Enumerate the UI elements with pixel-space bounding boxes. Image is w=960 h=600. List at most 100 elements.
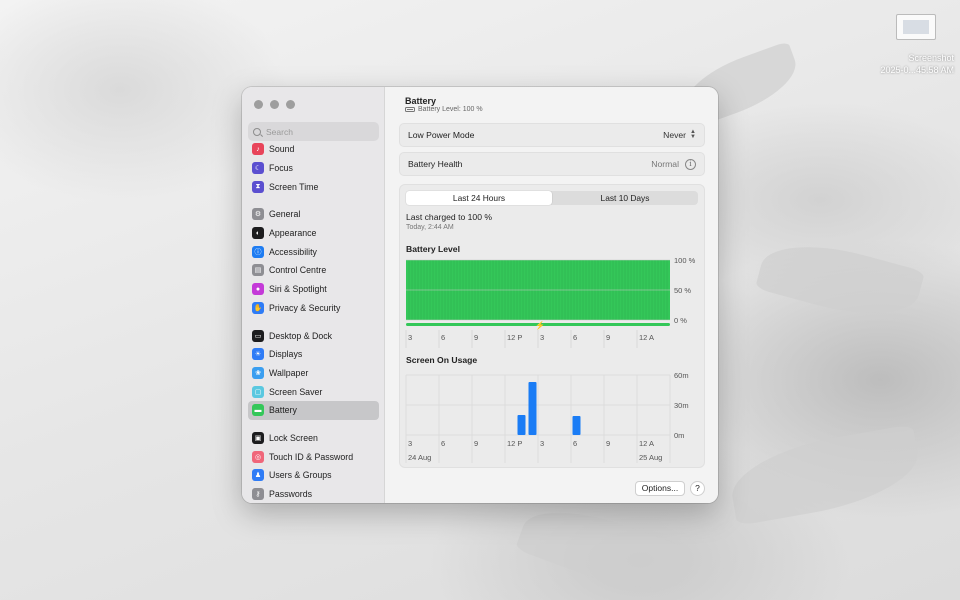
- battery-x-tick-label: 6: [573, 333, 577, 342]
- battery-y-tick-label: 100 %: [674, 256, 696, 265]
- users-icon: ♟: [252, 469, 264, 482]
- sidebar-item-label: Lock Screen: [269, 432, 318, 443]
- battery-health-value: Normal: [651, 159, 679, 169]
- window-controls: [254, 100, 295, 109]
- speaker-icon: ♪: [252, 143, 264, 156]
- sidebar-item-control-centre[interactable]: ▤ Control Centre: [248, 261, 379, 280]
- search-icon: [253, 127, 261, 136]
- last-charged-time: Today, 2:44 AM: [406, 224, 454, 231]
- sun-icon: ☀: [252, 348, 264, 361]
- sidebar-item-privacy-security[interactable]: ✋ Privacy & Security: [248, 299, 379, 318]
- control-centre-icon: ▤: [252, 264, 264, 277]
- lock-icon: ▣: [252, 431, 264, 444]
- sidebar-item-label: Screen Saver: [269, 386, 323, 397]
- close-button[interactable]: [254, 100, 263, 109]
- last-charged-text: Last charged to 100 %: [406, 212, 492, 222]
- usage-x-tick-label: 6: [441, 439, 445, 448]
- battery-x-tick-label: 12 A: [639, 333, 654, 342]
- gear-icon: ⚙: [252, 208, 264, 221]
- usage-x-tick-label: 3: [408, 439, 412, 448]
- battery-y-tick-label: 0 %: [674, 316, 687, 325]
- chevron-updown-icon: ▲ ▼: [690, 129, 696, 140]
- dock-icon: ▭: [252, 329, 264, 342]
- low-power-mode-label: Low Power Mode: [408, 130, 475, 140]
- usage-bar: [572, 416, 581, 435]
- tab-last-24-hours[interactable]: Last 24 Hours: [406, 191, 552, 205]
- sidebar-item-desktop-dock[interactable]: ▭ Desktop & Dock: [248, 326, 379, 345]
- tab-last-10-days[interactable]: Last 10 Days: [552, 191, 698, 205]
- battery-icon: ▬: [252, 404, 264, 417]
- sidebar-item-label: Control Centre: [269, 265, 327, 276]
- lightning-icon: ⚡: [535, 320, 545, 330]
- sidebar-item-general[interactable]: ⚙ General: [248, 205, 379, 224]
- sidebar-item-focus[interactable]: ☾ Focus: [248, 159, 379, 178]
- low-power-mode-popup[interactable]: Never ▲ ▼: [663, 129, 696, 140]
- low-power-mode-row: Low Power Mode Never ▲ ▼: [399, 123, 705, 147]
- sidebar-item-label: General: [269, 209, 301, 220]
- search-input[interactable]: Search: [248, 122, 379, 141]
- sidebar-item-touch-id-password[interactable]: ◎ Touch ID & Password: [248, 447, 379, 466]
- sidebar-item-wallpaper[interactable]: ❀ Wallpaper: [248, 364, 379, 383]
- battery-x-tick-label: 6: [441, 333, 445, 342]
- usage-x-tick-label: 6: [573, 439, 577, 448]
- sidebar-item-label: Appearance: [269, 228, 317, 239]
- screen-saver-icon: ▢: [252, 385, 264, 398]
- battery-x-tick-label: 9: [474, 333, 478, 342]
- usage-date-left: 24 Aug: [408, 453, 431, 462]
- battery-x-tick-label: 9: [606, 333, 610, 342]
- usage-date-right: 25 Aug: [639, 453, 662, 462]
- battery-level-text: Battery Level: 100 %: [418, 106, 483, 113]
- time-range-segmented-control: Last 24 Hours Last 10 Days: [406, 191, 698, 205]
- wallpaper-icon: ❀: [252, 366, 264, 379]
- fingerprint-icon: ◎: [252, 450, 264, 463]
- usage-bar: [517, 415, 526, 435]
- sidebar-item-label: Battery: [269, 405, 297, 416]
- sidebar-item-label: Focus: [269, 163, 293, 174]
- battery-level-chart: ⚡ 100 % 50 % 0 % 3 6 9 12 P 3 6 9 12 A: [405, 256, 696, 348]
- key-icon: ⚷: [252, 488, 264, 501]
- usage-y-tick-label: 30m: [674, 401, 689, 410]
- battery-x-tick-label: 3: [540, 333, 544, 342]
- screen-on-usage-chart: 60m 30m 0m 3 6 9 12 P 3 6 9 12 A 24 Aug 25 Aug: [405, 371, 689, 463]
- help-button[interactable]: ?: [690, 481, 705, 496]
- sidebar-item-label: Displays: [269, 349, 303, 360]
- usage-y-tick-label: 60m: [674, 371, 689, 380]
- screenshot-file-icon[interactable]: [896, 14, 936, 40]
- sidebar-list: ♪ Sound ☾ Focus ⧗ Screen Time ⚙ General ◐ Appeara…: [248, 140, 379, 503]
- sidebar-item-label: Wallpaper: [269, 367, 309, 378]
- sidebar-item-label: Accessibility: [269, 246, 317, 257]
- info-icon[interactable]: i: [685, 158, 696, 170]
- sidebar-item-label: Passwords: [269, 489, 313, 500]
- options-button[interactable]: Options...: [635, 481, 685, 496]
- sidebar-item-label: Users & Groups: [269, 470, 332, 481]
- sidebar-item-label: Desktop & Dock: [269, 330, 333, 341]
- sidebar-item-sound[interactable]: ♪ Sound: [248, 140, 379, 159]
- low-power-mode-value: Never: [663, 130, 687, 140]
- sidebar: Search ♪ Sound ☾ Focus ⧗ Screen Time ⚙ General ◐…: [242, 87, 385, 503]
- sidebar-item-label: Sound: [269, 144, 295, 155]
- battery-pane: Battery Battery Level: 100 % Low Power M…: [385, 87, 718, 503]
- hourglass-icon: ⧗: [252, 180, 264, 193]
- usage-x-tick-label: 9: [474, 439, 478, 448]
- sidebar-item-screen-time[interactable]: ⧗ Screen Time: [248, 177, 379, 196]
- sidebar-item-lock-screen[interactable]: ▣ Lock Screen: [248, 429, 379, 448]
- zoom-button[interactable]: [286, 100, 295, 109]
- moon-icon: ☾: [252, 162, 264, 175]
- usage-x-tick-label: 12 P: [507, 439, 522, 448]
- minimize-button[interactable]: [270, 100, 279, 109]
- sidebar-item-passwords[interactable]: ⚷ Passwords: [248, 485, 379, 503]
- usage-history-panel: Last 24 Hours Last 10 Days Last charged …: [399, 184, 705, 468]
- sidebar-item-displays[interactable]: ☀ Displays: [248, 345, 379, 364]
- search-placeholder: Search: [266, 126, 293, 137]
- sidebar-item-appearance[interactable]: ◐ Appearance: [248, 224, 379, 243]
- sidebar-item-siri-spotlight[interactable]: ● Siri & Spotlight: [248, 280, 379, 299]
- battery-health-row: Battery Health Normal i: [399, 152, 705, 176]
- battery-x-tick-label: 3: [408, 333, 412, 342]
- desktop-file-label[interactable]: Screenshot 2025-0...45.58 AM: [880, 52, 954, 76]
- usage-x-tick-label: 12 A: [639, 439, 654, 448]
- battery-icon: [405, 107, 415, 112]
- sidebar-item-battery[interactable]: ▬ Battery: [248, 400, 379, 420]
- sidebar-item-screen-saver[interactable]: ▢ Screen Saver: [248, 382, 379, 401]
- sidebar-item-accessibility[interactable]: ⓘ Accessibility: [248, 242, 379, 261]
- sidebar-item-users-groups[interactable]: ♟ Users & Groups: [248, 466, 379, 485]
